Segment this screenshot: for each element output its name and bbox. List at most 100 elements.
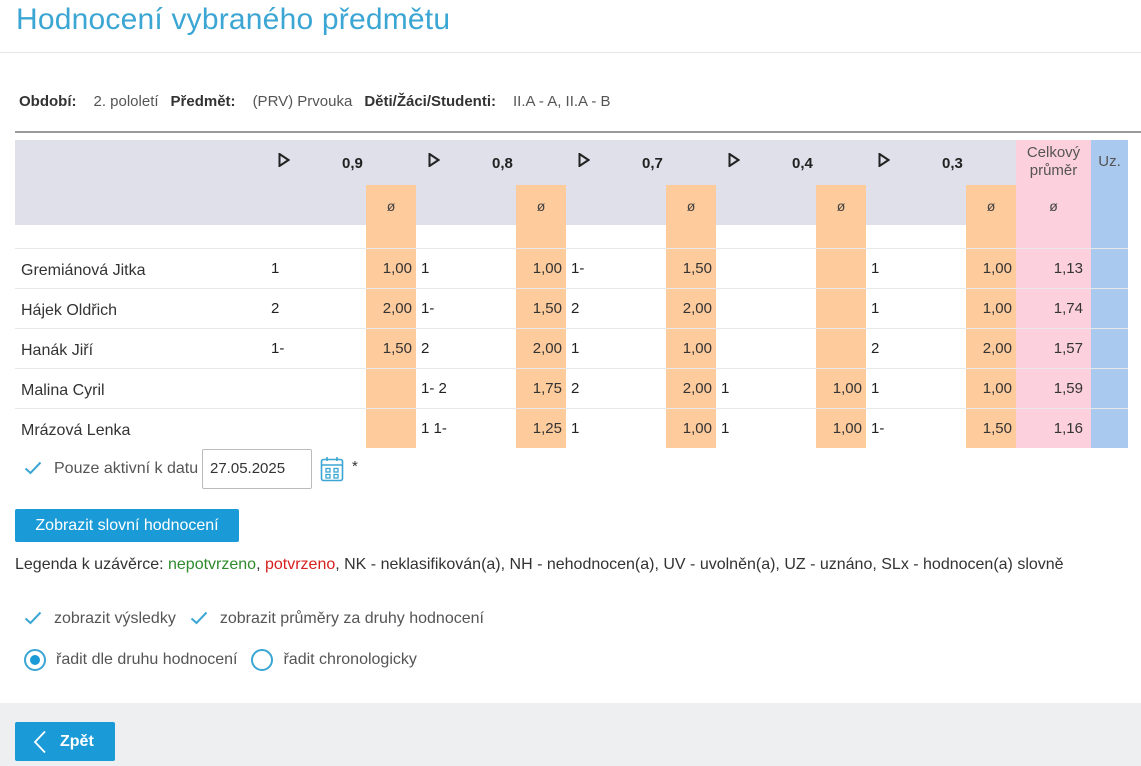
grade-cell[interactable]: 2 — [571, 380, 579, 397]
info-divider — [15, 131, 1141, 133]
avg-cell: 1,00 — [832, 420, 862, 437]
chevron-left-icon — [25, 722, 55, 761]
avg-cell: 2,00 — [532, 340, 562, 357]
show-results-label: zobrazit výsledky — [54, 610, 176, 627]
flag-icon[interactable] — [278, 152, 291, 170]
student-name: Gremiánová Jitka — [21, 262, 146, 279]
avg-cell: 1,00 — [982, 380, 1012, 397]
avg-symbol: ø — [536, 198, 546, 214]
grade-cell[interactable]: 2 — [421, 340, 429, 357]
date-input[interactable]: 27.05.2025 — [202, 449, 312, 489]
grade-cell[interactable]: 1 — [721, 380, 729, 397]
show-averages-label: zobrazit průměry za druhy hodnocení — [219, 610, 484, 627]
period-label: Období: — [19, 93, 77, 110]
grade-cell[interactable]: 2 — [571, 300, 579, 317]
row-divider — [15, 408, 1128, 409]
flag-icon[interactable] — [728, 152, 741, 170]
subject-value: (PRV) Prvouka — [252, 93, 353, 110]
grade-cell[interactable]: 2 — [871, 340, 879, 357]
subject-label: Předmět: — [170, 93, 236, 110]
students-label: Děti/Žáci/Studenti: — [364, 93, 497, 110]
period-value: 2. pololetí — [93, 93, 159, 110]
avg-cell: 1,00 — [982, 300, 1012, 317]
uz-header: Uz. — [1098, 153, 1121, 170]
students-value: II.A - A, II.A - B — [513, 93, 611, 110]
grade-cell[interactable]: 1 — [571, 420, 579, 437]
total-avg-symbol: ø — [1049, 198, 1058, 214]
grades-table: 0,9 ø 0,8 ø 0,7 ø 0,4 ø 0,3 ø Celkový průměr ø Uz. Gr… — [15, 140, 1128, 448]
show-averages-option[interactable]: zobrazit průměry za druhy hodnocení — [190, 609, 484, 630]
avg-symbol: ø — [836, 198, 846, 214]
legend: Legenda k uzávěrce: nepotvrzeno, potvrze… — [15, 556, 1064, 574]
grade-cell[interactable]: 1- — [271, 340, 284, 357]
sort-chrono-option[interactable]: řadit chronologicky — [251, 649, 417, 671]
total-header: Celkový průměr — [1026, 144, 1081, 179]
flag-icon[interactable] — [428, 152, 441, 170]
legend-unconfirmed: nepotvrzeno — [168, 556, 257, 573]
legend-separator: , — [256, 556, 261, 573]
radio-dot — [30, 655, 40, 665]
title-divider — [0, 52, 1141, 53]
check-icon[interactable] — [190, 609, 208, 630]
display-options: zobrazit výsledky zobrazit průměry za dr… — [24, 606, 498, 632]
show-results-option[interactable]: zobrazit výsledky — [24, 609, 176, 630]
check-icon[interactable] — [24, 609, 42, 630]
grade-cell[interactable]: 1 — [271, 260, 279, 277]
row-divider — [15, 368, 1128, 369]
required-asterisk: * — [352, 458, 358, 475]
weight-label: 0,9 — [342, 155, 363, 172]
grade-cell[interactable]: 2 — [271, 300, 279, 317]
avg-cell: 2,00 — [982, 340, 1012, 357]
sort-options: řadit dle druhu hodnocení řadit chronolo… — [24, 647, 431, 673]
weight-label: 0,8 — [492, 155, 513, 172]
avg-cell: 1,50 — [382, 340, 412, 357]
grade-cell[interactable]: 1 — [871, 380, 879, 397]
show-verbal-evaluation-button[interactable]: Zobrazit slovní hodnocení — [15, 509, 239, 542]
flag-icon[interactable] — [578, 152, 591, 170]
legend-confirmed: potvrzeno — [264, 556, 336, 573]
row-divider — [15, 328, 1128, 329]
active-filter-label: Pouze aktivní k datu — [54, 460, 199, 477]
check-icon[interactable] — [24, 459, 42, 480]
back-button[interactable]: Zpět — [15, 722, 115, 761]
avg-cell: 1,00 — [982, 260, 1012, 277]
total-cell: 1,59 — [1053, 380, 1083, 397]
sort-by-type-option[interactable]: řadit dle druhu hodnocení — [24, 649, 237, 671]
student-name: Hanák Jiří — [21, 342, 94, 359]
avg-symbol: ø — [386, 198, 396, 214]
grade-cell[interactable]: 1 — [871, 300, 879, 317]
flag-icon[interactable] — [878, 152, 891, 170]
avg-cell: 2,00 — [682, 300, 712, 317]
grade-cell[interactable]: 1- 2 — [421, 380, 447, 397]
row-divider — [15, 288, 1128, 289]
avg-cell: 1,50 — [982, 420, 1012, 437]
student-name: Mrázová Lenka — [21, 422, 131, 439]
grade-cell[interactable]: 1 — [721, 420, 729, 437]
avg-cell: 1,00 — [682, 340, 712, 357]
grade-cell[interactable]: 1 — [421, 260, 429, 277]
total-cell: 1,13 — [1053, 260, 1083, 277]
avg-cell: 2,00 — [382, 300, 412, 317]
legend-rest: , NK - neklasifikován(a), NH - nehodnoce… — [335, 556, 1064, 573]
grade-cell[interactable]: 1 — [871, 260, 879, 277]
radio-unselected[interactable] — [251, 649, 274, 671]
legend-prefix: Legenda k uzávěrce: — [15, 556, 164, 573]
grade-cell[interactable]: 1- — [871, 420, 884, 437]
avg-cell: 1,00 — [682, 420, 712, 437]
weight-label: 0,7 — [642, 155, 663, 172]
total-cell: 1,16 — [1053, 420, 1083, 437]
grade-cell[interactable]: 1 1- — [421, 420, 447, 437]
radio-selected[interactable] — [24, 649, 46, 671]
grade-cell[interactable]: 1- — [571, 260, 584, 277]
active-filter[interactable]: Pouze aktivní k datu — [24, 449, 198, 489]
grade-cell[interactable]: 1 — [571, 340, 579, 357]
avg-cell: 1,50 — [532, 300, 562, 317]
avg-cell: 2,00 — [682, 380, 712, 397]
avg-symbol: ø — [986, 198, 996, 214]
avg-cell: 1,00 — [832, 380, 862, 397]
avg-cell: 1,50 — [682, 260, 712, 277]
row-divider — [15, 248, 1128, 249]
grade-cell[interactable]: 1- — [421, 300, 434, 317]
calendar-icon[interactable] — [320, 456, 344, 482]
avg-cell: 1,00 — [532, 260, 562, 277]
